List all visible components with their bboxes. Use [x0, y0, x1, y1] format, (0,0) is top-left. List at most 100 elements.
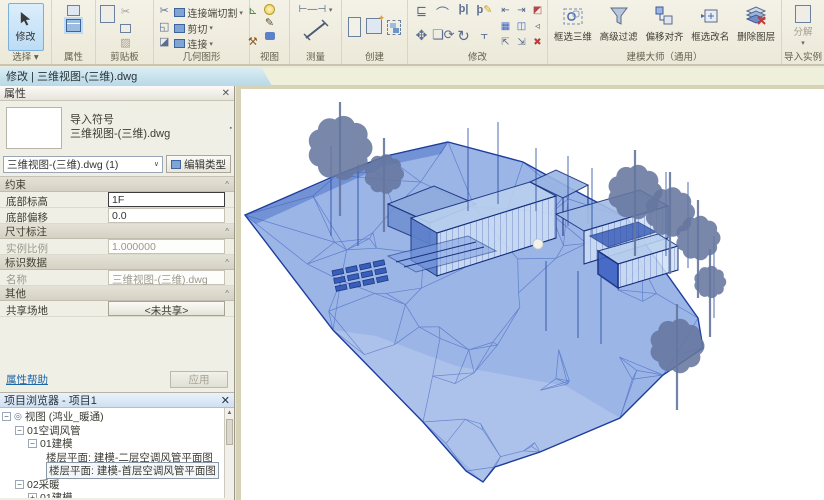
- join-geometry-icon: [174, 39, 185, 48]
- scroll-thumb[interactable]: [226, 419, 233, 445]
- mirror-icon[interactable]: ◩: [530, 3, 545, 18]
- panel-label-import-instance: 导入实例: [782, 49, 824, 63]
- panel-label-modeling-master: 建模大师（通用）: [548, 49, 781, 63]
- ribbon: 修改 选择 ▾ 属性 ✂ ▨ 剪贴板: [0, 0, 824, 66]
- group-dimensions[interactable]: 尺寸标注^: [0, 224, 234, 239]
- sphere-marker[interactable]: [533, 239, 543, 249]
- edit-profile-icon[interactable]: ⊑: [411, 3, 432, 27]
- offset-icon[interactable]: ⇥: [514, 3, 529, 18]
- tree-leaf-plan-1f[interactable]: 楼层平面: 建模-首层空调风管平面图: [0, 464, 224, 478]
- expand-node-icon[interactable]: +: [28, 493, 37, 498]
- offset-align-button[interactable]: 偏移对齐: [642, 2, 686, 52]
- linework-icon[interactable]: ✎: [265, 17, 274, 30]
- box-select-3d-button[interactable]: 框选三维: [551, 2, 595, 52]
- explode-button[interactable]: 分解: [793, 24, 812, 38]
- paint-view-icon[interactable]: [265, 32, 275, 40]
- align-icon[interactable]: ⇤: [498, 3, 513, 18]
- tree-node-views[interactable]: − ◎ 视图 (鸿业_暖通): [0, 410, 224, 424]
- cut-geometry-button[interactable]: 剪切▾: [174, 21, 243, 36]
- base-offset-field[interactable]: 0.0: [108, 208, 225, 223]
- properties-help-link[interactable]: 属性帮助: [6, 372, 48, 387]
- family-name: 三维视图-(三维).dwg: [70, 127, 170, 141]
- panel-view: ✎ 视图: [250, 0, 290, 64]
- join-end-cut-icon: [174, 8, 185, 17]
- group-constraints[interactable]: 约束^: [0, 177, 234, 192]
- measure-icon[interactable]: [303, 18, 329, 42]
- rotate-icon[interactable]: ↻: [453, 27, 474, 51]
- move-icon[interactable]: ✥: [411, 27, 432, 51]
- pin-small-icon[interactable]: ⇱: [498, 35, 513, 50]
- shared-site-button[interactable]: <未共享>: [108, 301, 225, 316]
- group-other[interactable]: 其他^: [0, 286, 234, 301]
- panel-clipboard: ✂ ▨ 剪贴板: [96, 0, 154, 64]
- selected-view-item[interactable]: 楼层平面: 建模-首层空调风管平面图: [46, 462, 219, 479]
- scroll-up-icon[interactable]: ▲: [225, 408, 234, 418]
- collapse-icon[interactable]: ^: [225, 289, 229, 298]
- tree-node-duct[interactable]: − 01空调风管: [0, 424, 224, 438]
- family-preview: 导入符号 三维视图-(三维).dwg ▪: [0, 101, 234, 153]
- panel-label-create: 创建: [342, 49, 407, 63]
- tree-node-modeling2[interactable]: + 01建模: [0, 491, 224, 498]
- properties-close-icon[interactable]: ✕: [222, 88, 230, 99]
- group-identity[interactable]: 标识数据^: [0, 255, 234, 270]
- project-browser-title: 项目浏览器 - 项目1: [4, 392, 97, 408]
- project-browser-close-icon[interactable]: ✕: [221, 394, 230, 407]
- copy-icon[interactable]: [120, 24, 131, 33]
- collapse-node-icon[interactable]: −: [2, 412, 11, 421]
- collapse-icon[interactable]: ^: [225, 258, 229, 267]
- property-grid: 约束^ 底部标高 1F 底部偏移 0.0 尺寸标注^ 实例比例 1.000000…: [0, 176, 234, 317]
- cope-icon[interactable]: ✂: [159, 5, 169, 18]
- scale-icon[interactable]: ◫: [514, 19, 529, 34]
- panel-create: ✦ 创建: [342, 0, 408, 64]
- toggle-reveal-icon[interactable]: [264, 4, 275, 15]
- paste-icon[interactable]: [100, 5, 115, 23]
- box-select-rename-button[interactable]: 框选改名: [688, 2, 732, 52]
- pin-icon[interactable]: þ|: [453, 3, 474, 27]
- split-face-icon[interactable]: ◱: [159, 21, 169, 34]
- copy-move-icon[interactable]: ❏⟳: [432, 27, 453, 51]
- type-selector[interactable]: 三维视图-(三维).dwg (1)∨: [3, 156, 163, 173]
- unpin-small-icon[interactable]: ⇲: [514, 35, 529, 50]
- cut-profile-icon[interactable]: ⌒: [432, 3, 453, 27]
- panel-label-select[interactable]: 选择 ▾: [0, 49, 51, 63]
- legend-component-icon[interactable]: [348, 17, 361, 37]
- delete-layer-button[interactable]: 删除图层: [734, 2, 778, 52]
- apply-button[interactable]: 应用: [170, 371, 228, 388]
- create-similar-icon[interactable]: ✦: [366, 18, 382, 37]
- preview-scroll-arrow[interactable]: ▪: [230, 125, 232, 132]
- edit-type-button[interactable]: 编辑类型: [166, 155, 231, 173]
- modify-button[interactable]: 修改: [8, 3, 44, 51]
- project-browser: 项目浏览器 - 项目1 ✕ − ◎ 视图 (鸿业_暖通) − 01空调风管 − …: [0, 392, 234, 498]
- browser-scrollbar[interactable]: ▲: [224, 408, 234, 498]
- browser-tree: − ◎ 视图 (鸿业_暖通) − 01空调风管 − 01建模 楼层平面: 建模-…: [0, 408, 224, 498]
- collapse-node-icon[interactable]: −: [28, 439, 37, 448]
- panel-modeling-master: 框选三维 高级过滤 偏移对齐: [548, 0, 782, 64]
- join-end-cut-button[interactable]: 连接端切割▾: [174, 5, 243, 20]
- collapse-icon[interactable]: ^: [225, 227, 229, 236]
- array-icon[interactable]: ▦: [498, 19, 513, 34]
- unpin-icon[interactable]: þ✎: [474, 3, 495, 27]
- trim-icon[interactable]: ⫟: [474, 27, 495, 51]
- properties-icon[interactable]: [66, 19, 81, 32]
- advanced-filter-button[interactable]: 高级过滤: [597, 2, 641, 52]
- tree-node-modeling1[interactable]: − 01建模: [0, 437, 224, 451]
- drawing-area[interactable]: [236, 86, 824, 500]
- delete-layer-icon: [745, 5, 767, 27]
- family-category: 导入符号: [70, 113, 170, 127]
- properties-header: 属性 ✕: [0, 86, 234, 101]
- split-icon[interactable]: ◃: [530, 19, 545, 34]
- paint-icon[interactable]: ◪: [159, 36, 169, 49]
- base-level-field[interactable]: 1F: [108, 192, 225, 207]
- box-select-rename-icon: [699, 5, 721, 27]
- panel-label-clipboard: 剪贴板: [96, 49, 153, 63]
- create-group-icon[interactable]: [387, 20, 401, 35]
- cut-icon[interactable]: ✂: [120, 6, 131, 19]
- collapse-node-icon[interactable]: −: [15, 480, 24, 489]
- tree-node-heating[interactable]: − 02采暖: [0, 478, 224, 492]
- aligned-dimension-icon[interactable]: ⊢—⊣ ▾: [299, 4, 333, 15]
- project-browser-header: 项目浏览器 - 项目1 ✕: [0, 393, 234, 408]
- collapse-node-icon[interactable]: −: [15, 426, 24, 435]
- 3d-view[interactable]: [236, 86, 824, 500]
- collapse-icon[interactable]: ^: [225, 180, 229, 189]
- delete-icon[interactable]: ✖: [530, 35, 545, 50]
